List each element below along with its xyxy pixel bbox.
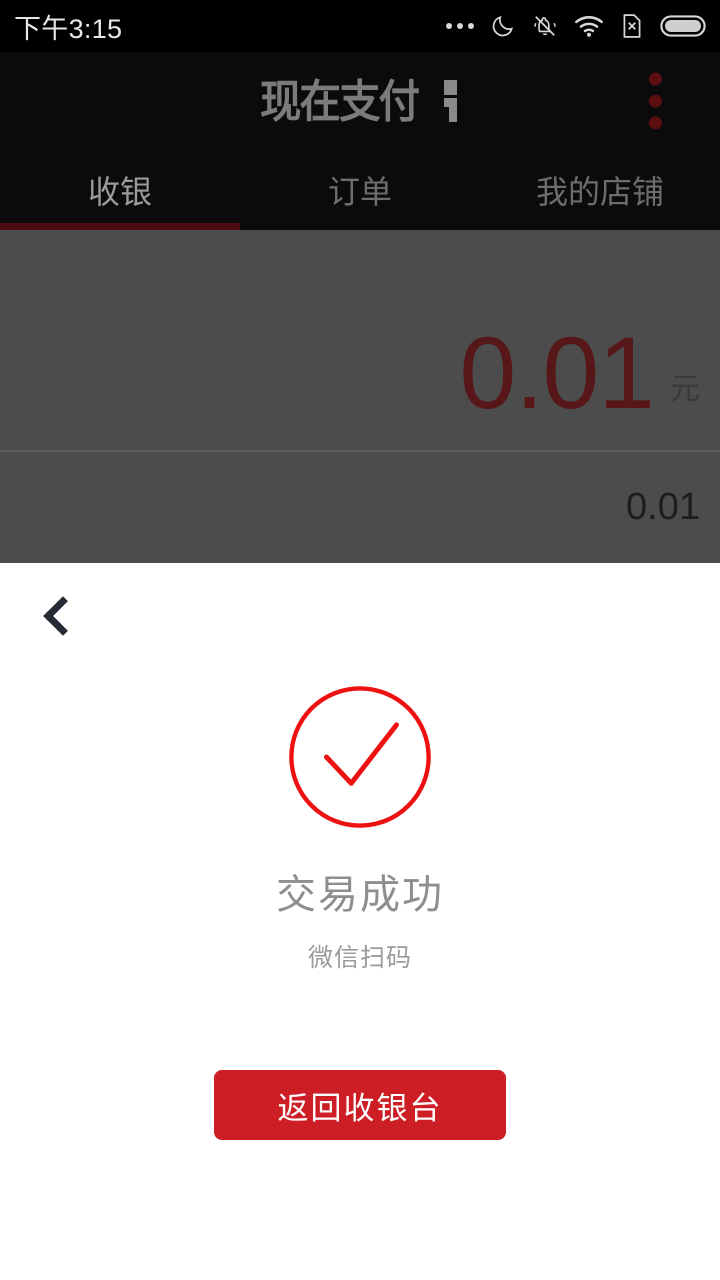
app-logo-text: 现在支付 <box>259 75 420 127</box>
check-circle-icon <box>289 686 431 828</box>
amount-currency-unit: 元 <box>670 373 700 406</box>
overflow-dot-icon <box>649 94 662 108</box>
payment-result-sheet: 交易成功 微信扫码 返回收银台 <box>0 563 720 1280</box>
result-title: 交易成功 <box>276 873 444 917</box>
status-bar-icons <box>446 13 706 39</box>
chevron-left-icon <box>43 596 83 636</box>
app-logo: 现在支付 <box>260 78 460 124</box>
more-dots-icon <box>446 23 474 29</box>
tab-bar: 收银 订单 我的店铺 <box>0 150 720 230</box>
return-to-cashier-button[interactable]: 返回收银台 <box>214 1070 506 1140</box>
do-not-disturb-moon-icon <box>492 16 513 37</box>
tab-my-shop[interactable]: 我的店铺 <box>480 150 720 230</box>
back-button[interactable] <box>28 585 90 647</box>
battery-full-icon <box>660 15 706 37</box>
overflow-dot-icon <box>649 72 662 86</box>
app-bar: 现在支付 <box>0 52 720 150</box>
cashier-panel-dimmed: 0.01 元 0.01 <box>0 230 720 563</box>
silent-bell-icon <box>534 16 556 36</box>
no-sim-card-icon <box>623 14 641 38</box>
amount-value: 0.01 <box>459 316 655 431</box>
status-bar-time: 下午3:15 <box>14 13 123 44</box>
amount-display-row: 0.01 元 <box>0 230 720 450</box>
tab-cashier-label: 收银 <box>87 174 152 210</box>
app-logo-mark-icon <box>442 78 460 124</box>
tab-active-indicator <box>0 223 240 230</box>
overflow-dot-icon <box>649 116 662 130</box>
status-bar: 下午3:15 <box>0 0 720 52</box>
tab-orders-label: 订单 <box>327 174 392 210</box>
wifi-icon <box>575 16 603 37</box>
subtotal-row: 0.01 <box>0 452 720 563</box>
tab-cashier[interactable]: 收银 <box>0 150 240 230</box>
overflow-menu-button[interactable] <box>643 67 668 136</box>
payment-result-block: 交易成功 微信扫码 <box>0 684 720 974</box>
tab-my-shop-label: 我的店铺 <box>535 174 664 210</box>
subtotal-value: 0.01 <box>626 486 700 528</box>
app-screen: 下午3:15 现在支付 收银 订单 我的店铺 0.01 元 0.01 交易成功 … <box>0 0 720 1280</box>
result-subtitle: 微信扫码 <box>307 944 412 972</box>
tab-orders[interactable]: 订单 <box>240 150 480 230</box>
